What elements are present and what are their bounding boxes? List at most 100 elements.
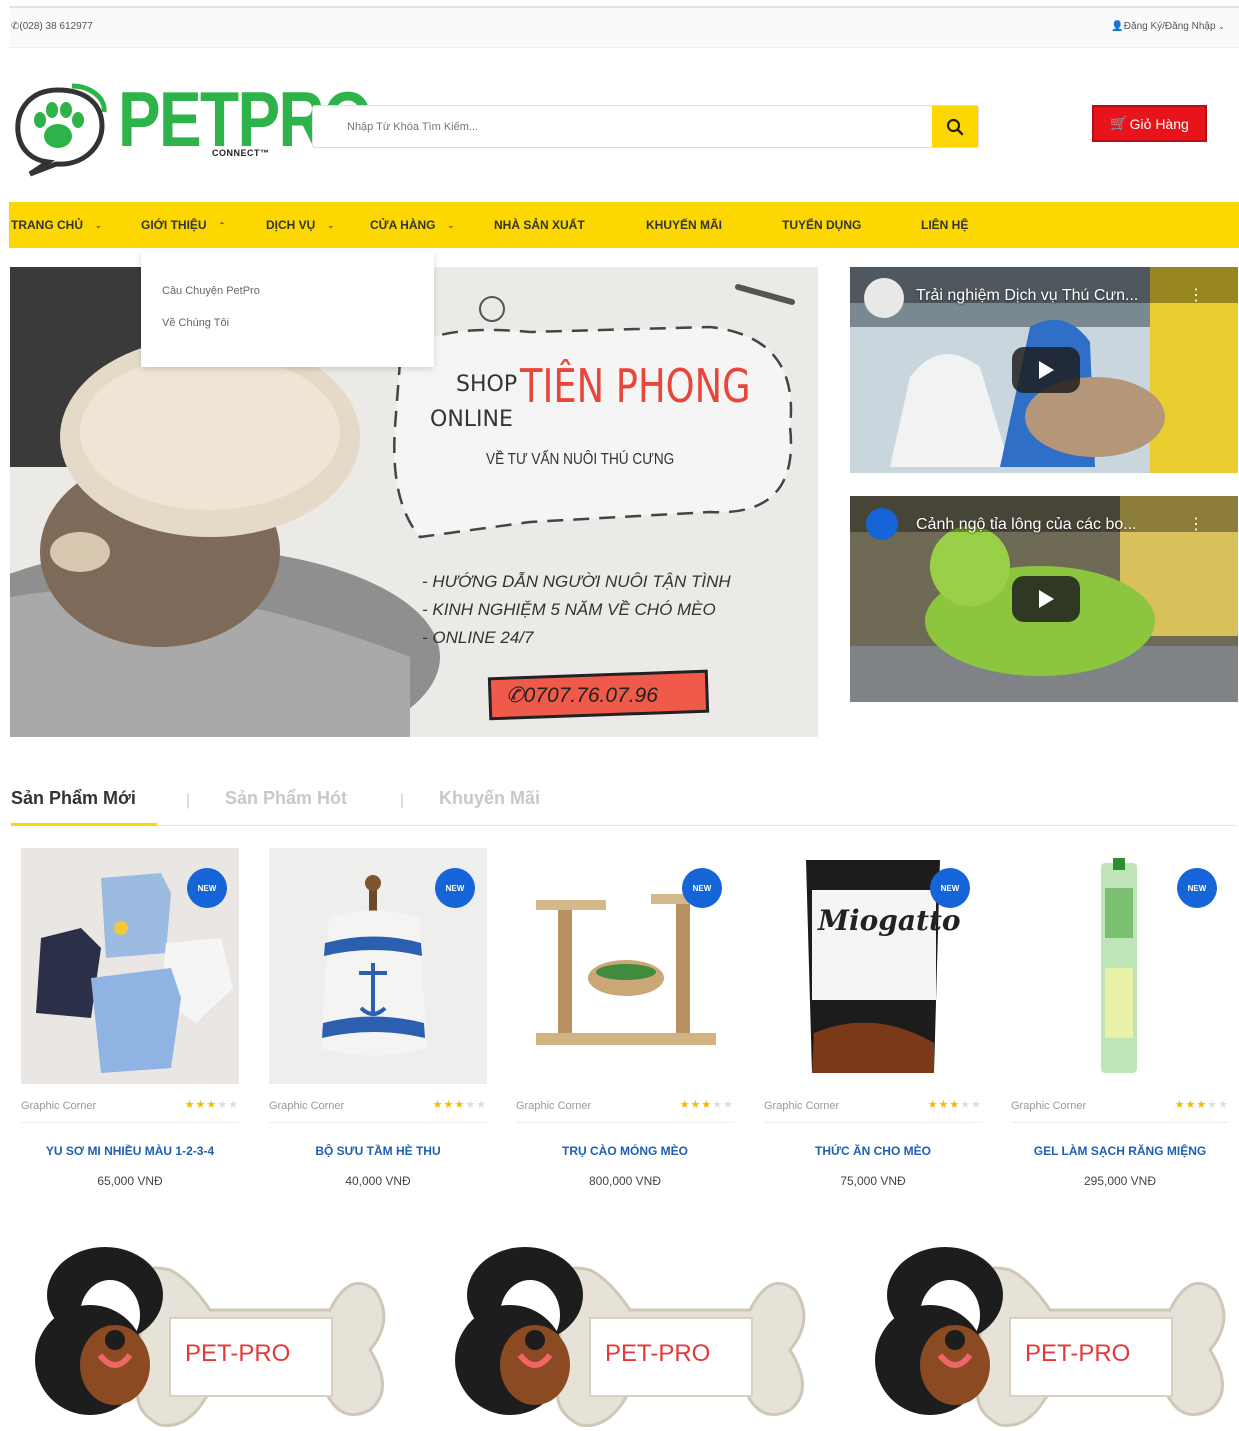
- promo-label: PET-PRO: [1025, 1340, 1131, 1367]
- product-image[interactable]: NEW: [516, 848, 734, 1084]
- play-button[interactable]: [1012, 347, 1080, 393]
- site-logo[interactable]: PETPRO CONNECT™: [10, 74, 373, 177]
- product-brand[interactable]: Graphic Corner: [764, 1100, 839, 1112]
- cart-icon: 🛒: [1110, 115, 1128, 131]
- divider: [1011, 1122, 1229, 1123]
- nav-item-tuyen-dung[interactable]: TUYỂN DỤNG: [782, 218, 861, 232]
- play-icon: [1039, 361, 1054, 379]
- product-name[interactable]: BỘ SƯU TẦM HÈ THU: [269, 1144, 487, 1158]
- video-title[interactable]: Cảnh ngộ tỉa lông của các bo...: [916, 516, 1137, 534]
- chevron-down-icon: ⌄: [447, 220, 455, 230]
- dropdown-item-ve-chung-toi[interactable]: Về Chúng Tôi: [162, 317, 229, 329]
- nav-item-dich-vu[interactable]: DỊCH VỤ ⌄: [266, 218, 334, 232]
- product-name[interactable]: TRỤ CÀO MÓNG MÈO: [516, 1144, 734, 1158]
- nav-item-trang-chu[interactable]: TRANG CHỦ ⌄: [11, 218, 102, 232]
- more-options-icon[interactable]: ⋮: [1188, 514, 1204, 534]
- more-options-icon[interactable]: ⋮: [1188, 285, 1204, 305]
- video-title[interactable]: Trải nghiệm Dịch vụ Thú Cưn...: [916, 287, 1138, 305]
- search-button[interactable]: [932, 106, 978, 147]
- product-brand[interactable]: Graphic Corner: [21, 1100, 96, 1112]
- rating-stars-icon: ★★★★★: [927, 1099, 982, 1111]
- dog-bone-illustration: [35, 1247, 386, 1428]
- nav-item-lien-he[interactable]: LIÊN HỆ: [921, 218, 968, 232]
- product-card[interactable]: Miogatto NEW Graphic Corner ★★★★★ THỨC Ă…: [764, 848, 982, 1198]
- tab-san-pham-hot[interactable]: Sản Phẩm Hót: [225, 788, 347, 809]
- product-image-label: Miogatto: [818, 904, 961, 937]
- rating-stars-icon: ★★★★★: [184, 1099, 239, 1111]
- tab-separator: |: [186, 792, 191, 809]
- tab-san-pham-moi[interactable]: Sản Phẩm Mới: [11, 788, 136, 809]
- product-brand[interactable]: Graphic Corner: [269, 1100, 344, 1112]
- product-name[interactable]: GEL LÀM SẠCH RĂNG MIỆNG: [1011, 1144, 1229, 1158]
- product-name[interactable]: YU SƠ MI NHIỀU MÀU 1-2-3-4: [21, 1144, 239, 1158]
- rating-stars-icon: ★★★★★: [679, 1099, 734, 1111]
- account-label: Đăng Ký/Đăng Nhập: [1123, 21, 1216, 32]
- banner-bullet: - KINH NGHIỆM 5 NĂM VỀ CHÓ MÈO: [422, 600, 716, 619]
- chevron-up-icon: ⌃: [218, 220, 226, 230]
- rating-stars-icon: ★★★★★: [432, 1099, 487, 1111]
- dropdown-item-cau-chuyen[interactable]: Câu Chuyện PetPro: [162, 285, 260, 297]
- cart-button[interactable]: 🛒 Giỏ Hàng: [1092, 105, 1207, 142]
- search-input[interactable]: [313, 106, 933, 147]
- user-icon: 👤: [1111, 21, 1124, 32]
- nav-item-cua-hang[interactable]: CỬA HÀNG ⌄: [370, 218, 454, 232]
- video-player-1[interactable]: Trải nghiệm Dịch vụ Thú Cưn... ⋮: [850, 267, 1238, 473]
- product-card[interactable]: NEW Graphic Corner ★★★★★ YU SƠ MI NHIỀU …: [21, 848, 239, 1198]
- product-tabs: Sản Phẩm Mới | Sản Phẩm Hót | Khuyến Mãi: [11, 788, 1237, 826]
- nav-label: TUYỂN DỤNG: [782, 218, 862, 232]
- new-badge: NEW: [435, 868, 475, 908]
- logo-subtext: CONNECT™: [212, 148, 270, 158]
- banner-bullet: - ONLINE 24/7: [422, 628, 534, 647]
- phone-icon: ✆: [506, 684, 524, 707]
- nav-label: TRANG CHỦ: [11, 218, 83, 232]
- promo-banner[interactable]: PET-PRO: [30, 1240, 390, 1431]
- video-player-2[interactable]: Cảnh ngộ tỉa lông của các bo... ⋮: [850, 496, 1238, 702]
- promo-banner[interactable]: PET-PRO: [450, 1240, 810, 1431]
- nav-label: DỊCH VỤ: [266, 218, 316, 232]
- nav-item-nha-san-xuat[interactable]: NHÀ SẢN XUẤT: [494, 218, 585, 232]
- product-price: 40,000 VNĐ: [345, 1174, 411, 1188]
- product-name[interactable]: THỨC ĂN CHO MÈO: [764, 1144, 982, 1158]
- divider: [21, 1122, 239, 1123]
- nav-label: KHUYẾN MÃI: [646, 218, 723, 232]
- new-badge: NEW: [682, 868, 722, 908]
- promo-banner[interactable]: PET-PRO: [870, 1240, 1230, 1431]
- product-card[interactable]: NEW Graphic Corner ★★★★★ BỘ SƯU TẦM HÈ T…: [269, 848, 487, 1198]
- top-bar: ✆(028) 38 612977 👤Đăng Ký/Đăng Nhập ⌄: [9, 6, 1239, 48]
- promo-label: PET-PRO: [185, 1340, 291, 1367]
- product-image[interactable]: Miogatto NEW: [764, 848, 982, 1084]
- chevron-down-icon: ⌄: [1218, 22, 1225, 31]
- phone-contact[interactable]: ✆(028) 38 612977: [11, 21, 93, 32]
- product-price: 800,000 VNĐ: [588, 1174, 662, 1188]
- product-image[interactable]: NEW: [269, 848, 487, 1084]
- banner-sub: VỀ TƯ VẤN NUÔI THÚ CƯNG: [486, 451, 675, 468]
- dog-bone-illustration: [455, 1247, 806, 1428]
- divider: [516, 1122, 734, 1123]
- product-card[interactable]: NEW Graphic Corner ★★★★★ TRỤ CÀO MÓNG MÈ…: [516, 848, 734, 1198]
- product-price: 295,000 VNĐ: [1083, 1174, 1157, 1188]
- product-image[interactable]: NEW: [1011, 848, 1229, 1084]
- nav-item-khuyen-mai[interactable]: KHUYẾN MÃI: [646, 218, 722, 232]
- banner-headline: TIÊN PHONG: [520, 359, 751, 413]
- product-brand[interactable]: Graphic Corner: [1011, 1100, 1086, 1112]
- product-brand[interactable]: Graphic Corner: [516, 1100, 591, 1112]
- promo-label: PET-PRO: [605, 1340, 711, 1367]
- new-badge: NEW: [187, 868, 227, 908]
- active-tab-indicator: [11, 823, 157, 826]
- chevron-down-icon: ⌄: [95, 220, 102, 230]
- nav-item-gioi-thieu[interactable]: GIỚI THIỆU ⌃: [141, 218, 225, 232]
- search-icon: [946, 118, 964, 135]
- tab-khuyen-mai[interactable]: Khuyến Mãi: [439, 788, 540, 809]
- nav-label: NHÀ SẢN XUẤT: [494, 218, 585, 232]
- product-image[interactable]: NEW: [21, 848, 239, 1084]
- divider: [764, 1122, 982, 1123]
- hotline-number: 0707.76.07.96: [523, 684, 658, 707]
- nav-label: LIÊN HỆ: [921, 218, 969, 232]
- play-button[interactable]: [1012, 576, 1080, 622]
- account-link[interactable]: 👤Đăng Ký/Đăng Nhập ⌄: [1111, 21, 1225, 32]
- product-price: 75,000 VNĐ: [840, 1174, 906, 1188]
- product-card[interactable]: NEW Graphic Corner ★★★★★ GEL LÀM SẠCH RĂ…: [1011, 848, 1229, 1198]
- banner-hotline[interactable]: ✆0707.76.07.96: [506, 683, 658, 708]
- chevron-down-icon: ⌄: [327, 220, 335, 230]
- dog-bone-illustration: [875, 1247, 1226, 1428]
